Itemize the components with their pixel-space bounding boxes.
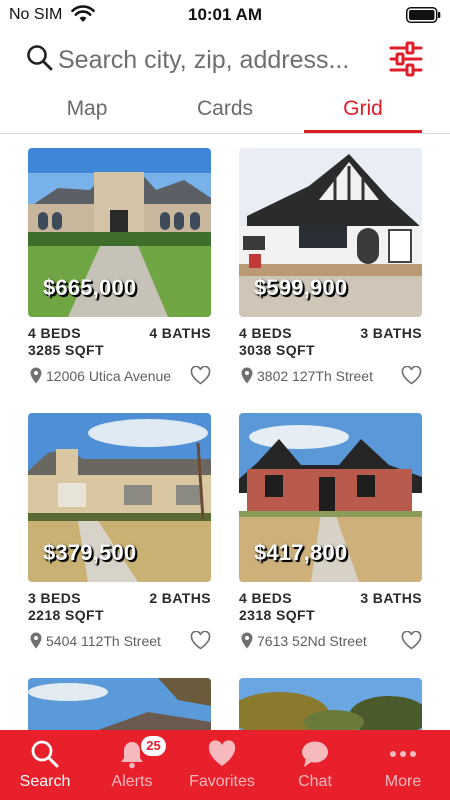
listing-beds: 4 BEDS (239, 590, 292, 606)
listing-address: 3802 127Th Street (257, 368, 373, 384)
listing-sqft: 3285 SQFT (28, 342, 104, 358)
listing-address-row: 12006 Utica Avenue (28, 365, 211, 387)
listing-photo[interactable]: $417,800 (239, 413, 422, 582)
chat-bubble-icon (302, 741, 328, 767)
favorite-heart-icon[interactable] (401, 631, 422, 650)
status-bar: No SIM 10:01 AM (0, 0, 450, 30)
nav-more-label: More (384, 773, 422, 790)
nav-alerts-label: Alerts (111, 773, 153, 790)
listing-photo[interactable]: $665,000 (28, 148, 211, 317)
clock: 10:01 AM (187, 5, 262, 24)
listing-address: 7613 52Nd Street (257, 633, 367, 649)
heart-icon (208, 740, 236, 766)
nav-chat-label: Chat (298, 773, 332, 790)
listing-specs: 4 BEDS 4 BATHS 3285 SQFT (28, 323, 211, 359)
listing-baths: 3 BATHS (360, 590, 422, 606)
filter-sliders-icon[interactable] (388, 40, 424, 78)
search-icon (27, 45, 53, 71)
listing-specs: 4 BEDS 3 BATHS 2318 SQFT (239, 588, 422, 624)
battery-icon (406, 7, 441, 23)
nav-favorites[interactable]: Favorites (177, 730, 267, 800)
nav-favorites-label: Favorites (189, 773, 255, 790)
search-input[interactable] (58, 42, 380, 78)
listing-address-row: 5404 112Th Street (28, 630, 211, 652)
view-tabs: Map Cards Grid (0, 92, 450, 134)
map-pin-icon (30, 632, 42, 649)
nav-search-label: Search (19, 773, 71, 790)
tab-grid[interactable]: Grid (304, 92, 422, 133)
listing-beds: 4 BEDS (28, 325, 81, 341)
listing-price: $599,900 (254, 275, 348, 300)
listing-baths: 4 BATHS (149, 325, 211, 341)
listing-photo[interactable] (239, 678, 422, 730)
listing-specs: 4 BEDS 3 BATHS 3038 SQFT (239, 323, 422, 359)
listing-beds: 4 BEDS (239, 325, 292, 341)
nav-search[interactable]: Search (0, 730, 90, 800)
map-pin-icon (241, 367, 253, 384)
listing-price: $665,000 (43, 275, 137, 300)
more-dots-icon (390, 751, 416, 757)
listing-address-row: 7613 52Nd Street (239, 630, 422, 652)
favorite-heart-icon[interactable] (190, 366, 211, 385)
listing-photo[interactable]: $599,900 (239, 148, 422, 317)
map-pin-icon (241, 632, 253, 649)
search-bar (0, 38, 450, 84)
listing-baths: 2 BATHS (149, 590, 211, 606)
listing-baths: 3 BATHS (360, 325, 422, 341)
nav-more[interactable]: More (358, 730, 448, 800)
listing-sqft: 2218 SQFT (28, 607, 104, 623)
alerts-badge: 25 (141, 736, 166, 756)
listing-sqft: 2318 SQFT (239, 607, 315, 623)
listing-address-row: 3802 127Th Street (239, 365, 422, 387)
bottom-tab-bar: Search 25 Alerts Favorites Chat More (0, 730, 450, 800)
listing-sqft: 3038 SQFT (239, 342, 315, 358)
listing-address: 12006 Utica Avenue (46, 368, 172, 384)
listing-specs: 3 BEDS 2 BATHS 2218 SQFT (28, 588, 211, 624)
listing-photo[interactable] (28, 678, 211, 730)
map-pin-icon (30, 367, 42, 384)
listing-price: $417,800 (254, 540, 348, 565)
listing-beds: 3 BEDS (28, 590, 81, 606)
nav-chat[interactable]: Chat (270, 730, 360, 800)
listing-photo[interactable]: $379,500 (28, 413, 211, 582)
listing-address: 5404 112Th Street (46, 633, 161, 649)
tab-map[interactable]: Map (28, 92, 146, 133)
search-icon (31, 740, 59, 768)
nav-alerts[interactable]: 25 Alerts (87, 730, 177, 800)
favorite-heart-icon[interactable] (190, 631, 211, 650)
favorite-heart-icon[interactable] (401, 366, 422, 385)
listing-price: $379,500 (43, 540, 137, 565)
tab-cards[interactable]: Cards (166, 92, 284, 133)
